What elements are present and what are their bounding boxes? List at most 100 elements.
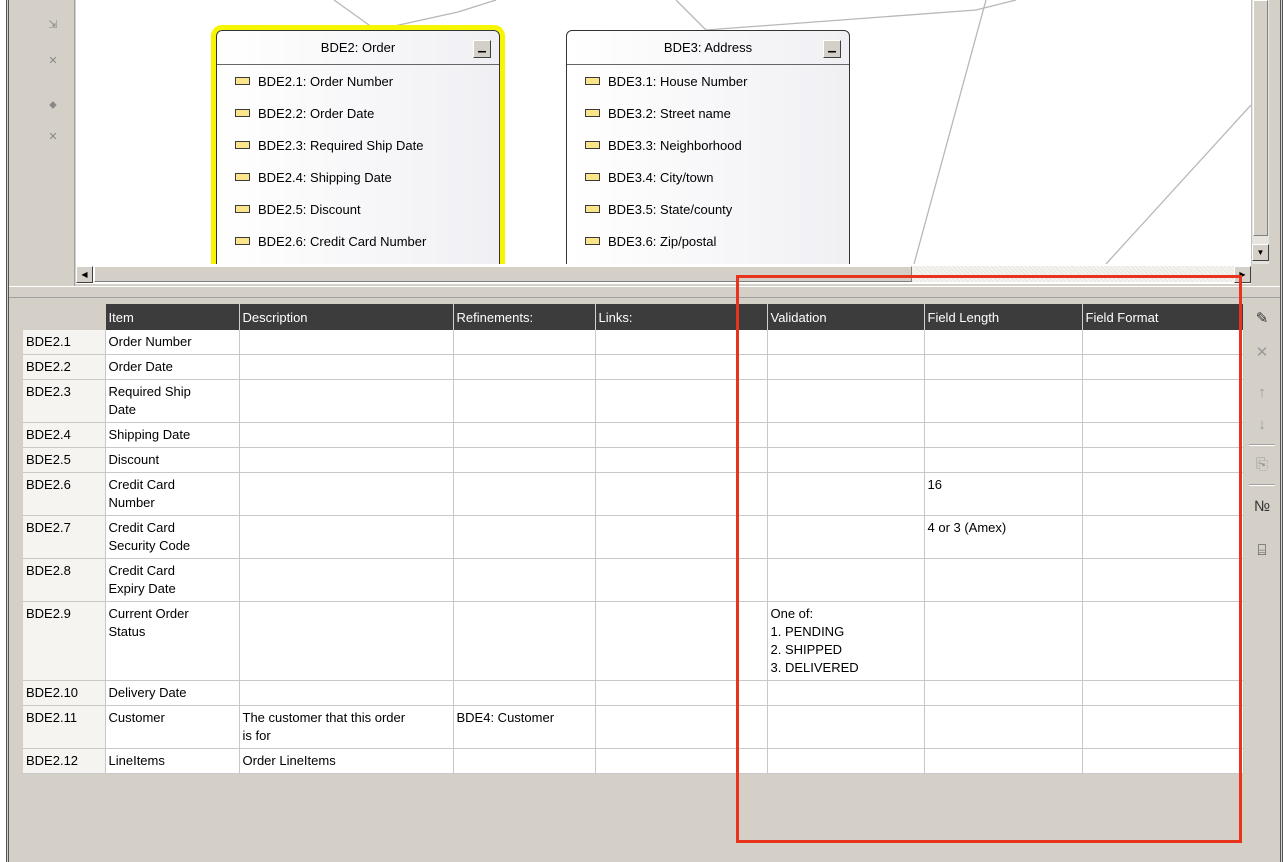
cell-refinements[interactable]	[453, 422, 596, 448]
cell-item[interactable]: Credit Card Expiry Date	[105, 558, 240, 602]
cell-refinements[interactable]	[453, 379, 596, 423]
cell-field-length[interactable]: 16	[924, 472, 1083, 516]
collapse-button[interactable]: ▁	[823, 40, 841, 58]
row-id[interactable]: BDE2.3	[23, 379, 106, 423]
cell-field-length[interactable]	[924, 558, 1083, 602]
scrollbar-thumb[interactable]	[94, 266, 912, 282]
cell-refinements[interactable]	[453, 601, 596, 681]
cell-item[interactable]: Credit Card Number	[105, 472, 240, 516]
cell-field-format[interactable]	[1082, 354, 1244, 380]
cell-item[interactable]: Current Order Status	[105, 601, 240, 681]
table-row[interactable]: BDE2.9 Current Order Status One of: 1. PEN…	[23, 601, 1244, 681]
pane-splitter[interactable]	[9, 286, 1280, 298]
add-element-icon[interactable]: ⇲	[41, 14, 65, 36]
cell-refinements[interactable]	[453, 680, 596, 706]
cell-field-length[interactable]	[924, 748, 1083, 774]
column-header-description[interactable]: Description	[239, 304, 454, 330]
cell-item[interactable]: Order Number	[105, 330, 240, 355]
cell-field-format[interactable]	[1082, 379, 1244, 423]
delete-row-icon[interactable]: ✕	[1249, 342, 1275, 364]
table-row[interactable]: BDE2.5 Discount	[23, 447, 1244, 473]
cell-item[interactable]: Required Ship Date	[105, 379, 240, 423]
entity-attribute[interactable]: BDE2.2: Order Date	[217, 97, 499, 129]
entity-order[interactable]: BDE2: Order ▁ BDE2.1: Order Number BDE2.…	[211, 25, 505, 264]
scroll-down-button[interactable]: ▼	[1252, 244, 1269, 261]
cell-field-length[interactable]: 4 or 3 (Amex)	[924, 515, 1083, 559]
cell-links[interactable]	[595, 422, 768, 448]
entity-attribute[interactable]: BDE3.5: State/county	[567, 193, 849, 225]
entity-attribute[interactable]: BDE3.1: House Number	[567, 65, 849, 97]
cell-description[interactable]	[239, 680, 454, 706]
cell-links[interactable]	[595, 558, 768, 602]
column-header-validation[interactable]: Validation	[767, 304, 925, 330]
column-header-links[interactable]: Links:	[595, 304, 768, 330]
cell-field-length[interactable]	[924, 379, 1083, 423]
cell-validation[interactable]	[767, 447, 925, 473]
row-id[interactable]: BDE2.7	[23, 515, 106, 559]
row-id[interactable]: BDE2.4	[23, 422, 106, 448]
row-id[interactable]: BDE2.6	[23, 472, 106, 516]
cell-field-format[interactable]	[1082, 680, 1244, 706]
scroll-right-button[interactable]: ▶	[1234, 266, 1251, 283]
cell-refinements[interactable]	[453, 748, 596, 774]
cell-refinements[interactable]: BDE4: Customer	[453, 705, 596, 749]
row-id[interactable]: BDE2.5	[23, 447, 106, 473]
entity-attribute[interactable]: BDE3.2: Street name	[567, 97, 849, 129]
cell-item[interactable]: Order Date	[105, 354, 240, 380]
cell-field-format[interactable]	[1082, 515, 1244, 559]
cell-field-format[interactable]	[1082, 601, 1244, 681]
cell-validation[interactable]: One of: 1. PENDING 2. SHIPPED 3. DELIVER…	[767, 601, 925, 681]
table-row[interactable]: BDE2.7 Credit Card Security Code 4 or 3 (A…	[23, 515, 1244, 559]
entity-attribute[interactable]: BDE2.4: Shipping Date	[217, 161, 499, 193]
cell-description[interactable]	[239, 447, 454, 473]
cell-field-length[interactable]	[924, 705, 1083, 749]
table-row[interactable]: BDE2.1 Order Number	[23, 330, 1244, 355]
cell-item[interactable]: Shipping Date	[105, 422, 240, 448]
cell-description[interactable]	[239, 422, 454, 448]
cell-item[interactable]: Credit Card Security Code	[105, 515, 240, 559]
cell-refinements[interactable]	[453, 558, 596, 602]
cell-validation[interactable]	[767, 558, 925, 602]
cell-field-format[interactable]	[1082, 472, 1244, 516]
cell-validation[interactable]	[767, 705, 925, 749]
cell-refinements[interactable]	[453, 447, 596, 473]
cell-refinements[interactable]	[453, 515, 596, 559]
delete-element-icon[interactable]: ✕	[41, 50, 65, 72]
move-up-icon[interactable]: ↑	[1249, 382, 1275, 404]
cell-description[interactable]	[239, 354, 454, 380]
cell-links[interactable]	[595, 748, 768, 774]
row-id[interactable]: BDE2.12	[23, 748, 106, 774]
diagram-canvas[interactable]: BDE2: Order ▁ BDE2.1: Order Number BDE2.…	[76, 0, 1251, 264]
scroll-left-button[interactable]: ◀	[76, 266, 93, 283]
cell-links[interactable]	[595, 601, 768, 681]
table-row[interactable]: BDE2.4 Shipping Date	[23, 422, 1244, 448]
cell-links[interactable]	[595, 515, 768, 559]
cell-description[interactable]: Order LineItems	[239, 748, 454, 774]
entity-address[interactable]: BDE3: Address ▁ BDE3.1: House Number BDE…	[566, 30, 850, 264]
cell-description[interactable]	[239, 330, 454, 355]
cell-refinements[interactable]	[453, 330, 596, 355]
cell-field-length[interactable]	[924, 422, 1083, 448]
cell-item[interactable]: LineItems	[105, 748, 240, 774]
cell-field-format[interactable]	[1082, 330, 1244, 355]
delete-link-icon[interactable]: ✕	[41, 126, 65, 148]
cell-description[interactable]	[239, 515, 454, 559]
table-row[interactable]: BDE2.2 Order Date	[23, 354, 1244, 380]
entity-attribute[interactable]: BDE2.3: Required Ship Date	[217, 129, 499, 161]
column-header-field-format[interactable]: Field Format	[1082, 304, 1244, 330]
cell-item[interactable]: Discount	[105, 447, 240, 473]
add-link-icon[interactable]: ⬥	[41, 94, 65, 116]
cell-links[interactable]	[595, 447, 768, 473]
collapse-button[interactable]: ▁	[473, 40, 491, 58]
cell-links[interactable]	[595, 354, 768, 380]
cell-field-length[interactable]	[924, 330, 1083, 355]
cell-description[interactable]	[239, 558, 454, 602]
cell-links[interactable]	[595, 472, 768, 516]
entity-attribute[interactable]: BDE2.5: Discount	[217, 193, 499, 225]
cell-refinements[interactable]	[453, 354, 596, 380]
cell-validation[interactable]	[767, 472, 925, 516]
cell-field-length[interactable]	[924, 601, 1083, 681]
cell-item[interactable]: Customer	[105, 705, 240, 749]
entity-attribute[interactable]: BDE3.6: Zip/postal	[567, 225, 849, 257]
cell-field-format[interactable]	[1082, 748, 1244, 774]
